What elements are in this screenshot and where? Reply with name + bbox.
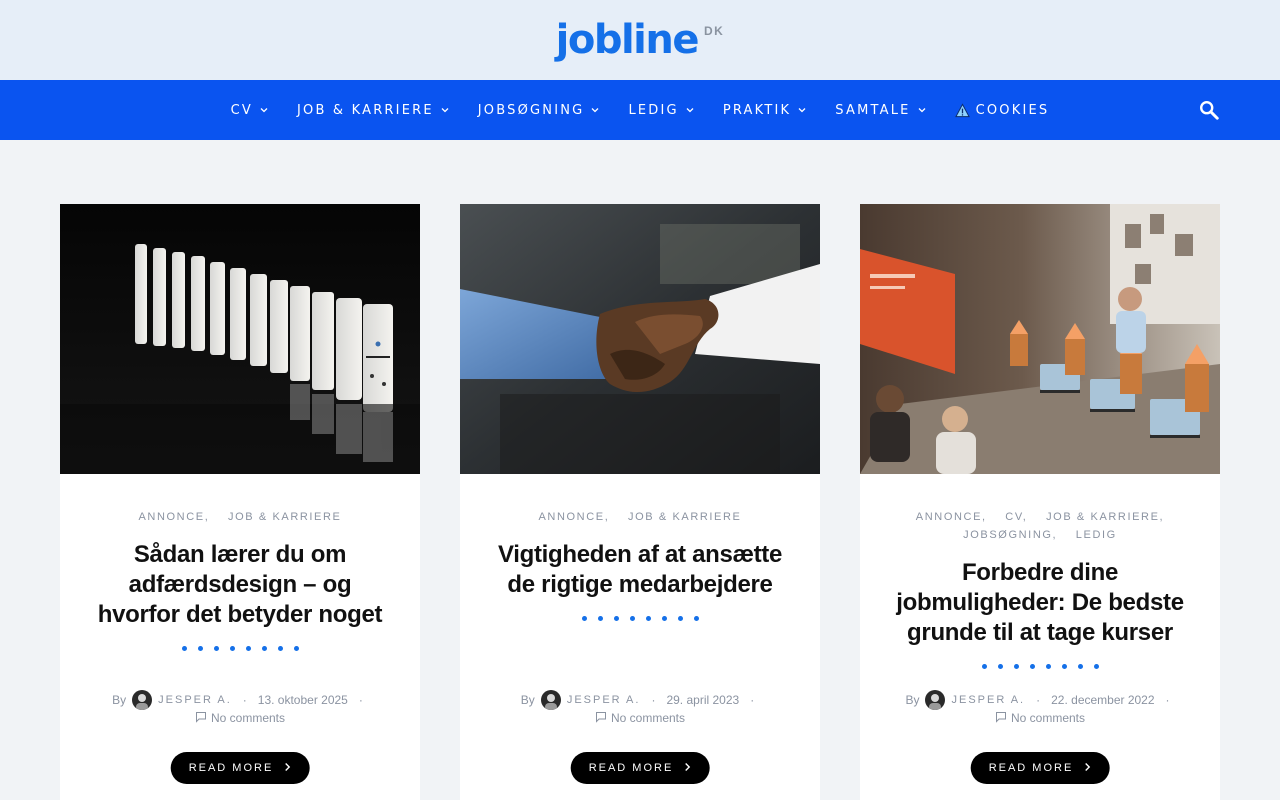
post-image-dominoes[interactable]	[60, 204, 420, 474]
post-card: ANNONCE, JOB & KARRIERE Sådan lærer du o…	[60, 204, 420, 800]
nav-item-cookies[interactable]: COOKIES	[954, 102, 1050, 118]
category-link[interactable]: JOB & KARRIERE	[228, 511, 341, 523]
nav-item-label: JOBSØGNING	[477, 102, 585, 118]
post-grid: ANNONCE, JOB & KARRIERE Sådan lærer du o…	[60, 204, 1220, 800]
post-image-handshake[interactable]	[460, 204, 820, 474]
chevron-down-icon	[259, 105, 269, 115]
post-categories: ANNONCE, JOB & KARRIERE	[538, 511, 742, 523]
dot-divider	[860, 664, 1220, 669]
chevron-down-icon	[440, 105, 450, 115]
category-link[interactable]: JOB & KARRIERE	[1046, 511, 1159, 523]
warning-triangle-icon	[954, 102, 970, 118]
comment-icon	[995, 711, 1007, 726]
logo-wordmark: jobline	[555, 17, 700, 63]
post-date: 29. april 2023	[666, 693, 740, 707]
nav-item-label: CV	[230, 102, 254, 118]
read-more-button[interactable]: READ MORE	[170, 752, 310, 784]
chevron-down-icon	[685, 105, 695, 115]
chevron-down-icon	[797, 105, 807, 115]
post-image-classroom[interactable]	[860, 204, 1220, 474]
dot-divider	[60, 646, 420, 651]
read-more-button[interactable]: READ MORE	[570, 752, 710, 784]
post-title-text: Sådan lærer du om adfærdsdesign – og hvo…	[97, 541, 383, 628]
by-label: By	[112, 693, 127, 707]
category-link[interactable]: ANNONCE	[539, 511, 605, 523]
nav-menu: CV JOB & KARRIERE JOBSØGNING LEDIG PRAKT…	[231, 103, 1050, 118]
author-link[interactable]: JESPER A.	[158, 694, 232, 706]
nav-item-label: SAMTALE	[835, 102, 911, 118]
category-link[interactable]: JOBSØGNING	[963, 529, 1052, 541]
post-meta: By JESPER A. · 13. oktober 2025 · No com…	[60, 690, 420, 727]
read-more-button[interactable]: READ MORE	[970, 752, 1110, 784]
search-icon[interactable]	[1198, 99, 1220, 121]
site-logo[interactable]: jobline DK	[556, 18, 725, 62]
by-label: By	[520, 693, 535, 707]
author-link[interactable]: JESPER A.	[567, 694, 641, 706]
comments-link[interactable]: No comments	[860, 709, 1220, 727]
post-card: ANNONCE, CV, JOB & KARRIERE, JOBSØGNING,…	[860, 204, 1220, 800]
category-link[interactable]: ANNONCE	[139, 511, 205, 523]
nav-item-job-karriere[interactable]: JOB & KARRIERE	[297, 103, 450, 118]
nav-item-cv[interactable]: CV	[231, 103, 269, 118]
comment-icon	[595, 711, 607, 726]
chevron-down-icon	[590, 105, 600, 115]
chevron-right-icon	[1083, 762, 1091, 775]
by-label: By	[905, 693, 920, 707]
post-title-text: Vigtigheden af at ansætte de rigtige med…	[497, 541, 783, 598]
chevron-right-icon	[683, 762, 691, 775]
category-link[interactable]: LEDIG	[1076, 529, 1117, 541]
avatar[interactable]	[540, 690, 561, 710]
nav-item-jobsogning[interactable]: JOBSØGNING	[478, 103, 601, 118]
nav-item-praktik[interactable]: PRAKTIK	[723, 103, 807, 118]
comments-label: No comments	[210, 711, 286, 725]
comments-label: No comments	[1010, 711, 1086, 725]
post-title[interactable]: Forbedre dine jobmuligheder: De bedste g…	[860, 558, 1220, 648]
dot-divider	[460, 616, 820, 621]
nav-item-ledig[interactable]: LEDIG	[628, 103, 694, 118]
comment-icon	[195, 711, 207, 726]
comments-link[interactable]: No comments	[460, 709, 820, 727]
avatar[interactable]	[925, 690, 946, 710]
logo-tld: DK	[704, 24, 725, 38]
nav-item-label: LEDIG	[628, 102, 679, 118]
comments-link[interactable]: No comments	[60, 709, 420, 727]
read-more-label: READ MORE	[988, 762, 1074, 774]
avatar[interactable]	[132, 690, 153, 710]
post-card: ANNONCE, JOB & KARRIERE Vigtigheden af a…	[460, 204, 820, 800]
post-meta: By JESPER A. · 22. december 2022 · No co…	[860, 690, 1220, 727]
nav-item-samtale[interactable]: SAMTALE	[835, 103, 926, 118]
read-more-label: READ MORE	[588, 762, 674, 774]
nav-item-label: PRAKTIK	[722, 102, 792, 118]
author-link[interactable]: JESPER A.	[951, 694, 1025, 706]
main-navigation: CV JOB & KARRIERE JOBSØGNING LEDIG PRAKT…	[0, 80, 1280, 140]
post-categories: ANNONCE, JOB & KARRIERE	[138, 511, 342, 523]
chevron-down-icon	[917, 105, 927, 115]
post-title[interactable]: Vigtigheden af at ansætte de rigtige med…	[460, 540, 820, 600]
category-link[interactable]: JOB & KARRIERE	[628, 511, 741, 523]
comments-label: No comments	[610, 711, 686, 725]
site-header: jobline DK	[0, 0, 1280, 80]
chevron-right-icon	[283, 762, 291, 775]
post-date: 22. december 2022	[1051, 693, 1155, 707]
nav-item-label: COOKIES	[975, 102, 1050, 118]
post-title[interactable]: Sådan lærer du om adfærdsdesign – og hvo…	[60, 540, 420, 630]
read-more-label: READ MORE	[188, 762, 274, 774]
post-meta: By JESPER A. · 29. april 2023 · No comme…	[460, 690, 820, 727]
category-link[interactable]: CV	[1005, 511, 1022, 523]
category-link[interactable]: ANNONCE	[916, 511, 982, 523]
post-date: 13. oktober 2025	[257, 693, 348, 707]
nav-item-label: JOB & KARRIERE	[297, 102, 434, 118]
post-categories: ANNONCE, CV, JOB & KARRIERE, JOBSØGNING,…	[915, 511, 1165, 541]
